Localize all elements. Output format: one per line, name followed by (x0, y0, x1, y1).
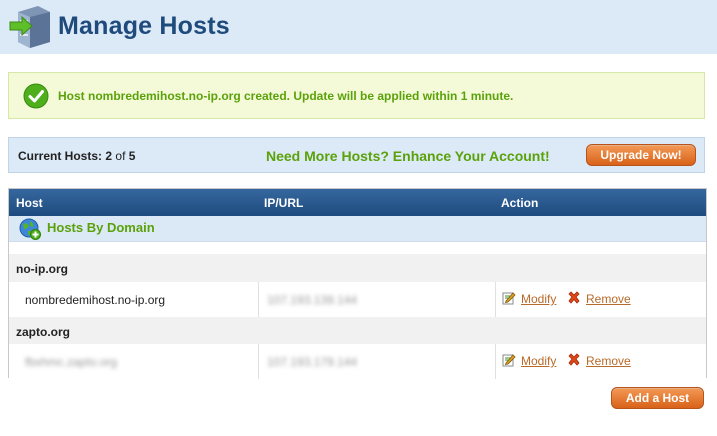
hosts-table: Host IP/URL Action Hosts By Domain no-ip… (8, 188, 707, 379)
domain-name: zapto.org (16, 325, 70, 339)
server-stack-icon (9, 6, 50, 48)
enhance-account-promo: Need More Hosts? Enhance Your Account! (266, 148, 550, 164)
ip-cell: 107.193.179.144 (259, 344, 496, 379)
edit-icon[interactable] (502, 291, 516, 305)
domain-name: no-ip.org (16, 262, 68, 276)
delete-x-icon[interactable] (567, 353, 581, 367)
current-hosts-count: Current Hosts: 2 of 5 (18, 149, 135, 163)
globe-add-icon (19, 218, 41, 240)
page-title: Manage Hosts (58, 12, 230, 40)
table-row: nombredemihost.no-ip.org 107.193.139.144… (9, 282, 706, 317)
success-message: Host nombredemihost.no-ip.org created. U… (58, 89, 514, 103)
ip-value: 107.193.139.144 (267, 293, 358, 307)
ip-cell: 107.193.139.144 (259, 282, 496, 317)
current-hosts-label: Current Hosts: (18, 149, 103, 163)
edit-icon[interactable] (502, 353, 516, 367)
remove-link[interactable]: Remove (586, 354, 631, 368)
delete-x-icon[interactable] (567, 291, 581, 305)
host-cell: nombredemihost.no-ip.org (9, 282, 259, 317)
max-hosts-value: 5 (128, 149, 136, 163)
current-hosts-value: 2 (105, 149, 113, 163)
checkmark-icon (23, 83, 49, 109)
action-cell: Modify Remove (496, 344, 706, 379)
hosts-by-domain-group: Hosts By Domain (9, 216, 706, 242)
table-row: fbxhmc.zapto.org 107.193.179.144 Modify … (9, 344, 706, 379)
success-notice: Host nombredemihost.no-ip.org created. U… (8, 72, 705, 119)
table-header: Host IP/URL Action (9, 189, 706, 216)
host-cell: fbxhmc.zapto.org (9, 344, 259, 379)
host-name: fbxhmc.zapto.org (25, 355, 118, 369)
column-header-ip-url: IP/URL (264, 196, 304, 210)
action-cell: Modify Remove (496, 282, 706, 317)
hosts-by-domain-label: Hosts By Domain (47, 220, 155, 235)
column-header-host: Host (16, 196, 43, 210)
modify-link[interactable]: Modify (521, 292, 556, 306)
remove-link[interactable]: Remove (586, 292, 631, 306)
modify-link[interactable]: Modify (521, 354, 556, 368)
page-header: Manage Hosts (0, 0, 717, 54)
host-name: nombredemihost.no-ip.org (25, 293, 166, 307)
ip-value: 107.193.179.144 (267, 355, 358, 369)
hosts-of-text: of (115, 149, 126, 163)
add-host-button[interactable]: Add a Host (611, 387, 704, 409)
domain-row-zapto: zapto.org (9, 317, 706, 345)
domain-row-no-ip: no-ip.org (9, 254, 706, 282)
column-header-action: Action (501, 196, 539, 210)
upgrade-now-button[interactable]: Upgrade Now! (586, 144, 696, 166)
